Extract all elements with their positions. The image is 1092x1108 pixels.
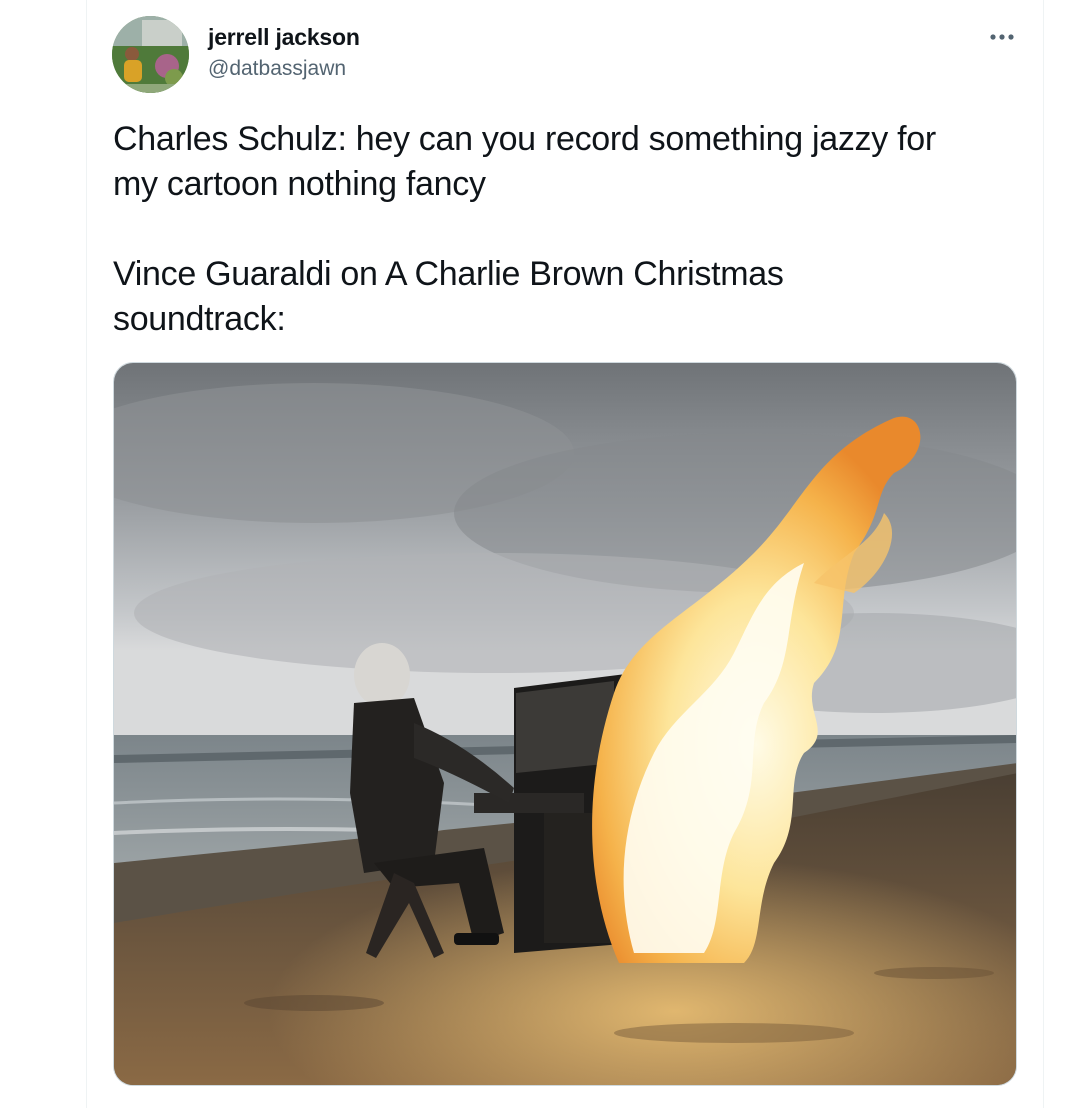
burning-piano-beach-photo — [114, 363, 1016, 1085]
tweet-photo[interactable] — [113, 362, 1017, 1086]
author-display-name[interactable]: jerrell jackson — [208, 24, 360, 51]
user-avatar-icon — [112, 16, 189, 93]
author-avatar[interactable] — [112, 16, 189, 93]
tweet-text: Charles Schulz: hey can you record somet… — [113, 120, 936, 338]
more-options-button[interactable] — [984, 22, 1020, 52]
more-options-icon — [990, 34, 1014, 40]
author-handle[interactable]: @datbassjawn — [208, 57, 346, 81]
